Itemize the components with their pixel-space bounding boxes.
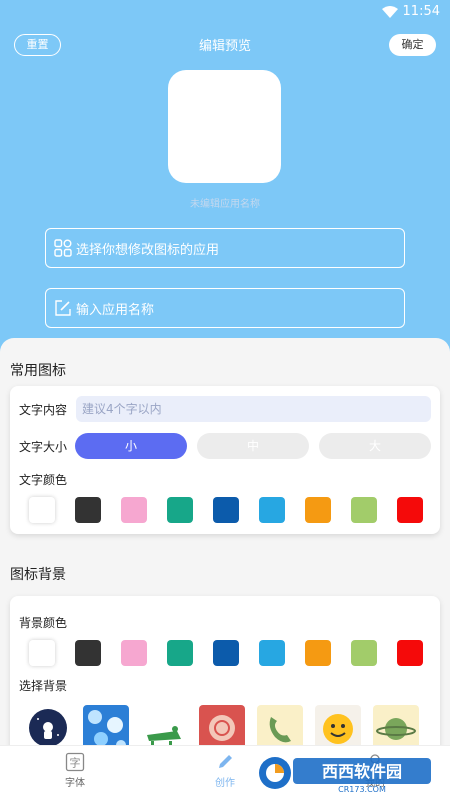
color-swatch-white[interactable] bbox=[29, 497, 55, 523]
color-swatch-teal[interactable] bbox=[167, 497, 193, 523]
bg-swatch-sky[interactable] bbox=[259, 640, 285, 666]
color-swatch-orange[interactable] bbox=[305, 497, 331, 523]
nav-item-create[interactable]: 创作 bbox=[195, 752, 255, 789]
common-icons-title: 常用图标 bbox=[10, 363, 66, 379]
wifi-icon bbox=[382, 6, 398, 18]
color-swatch-navy[interactable] bbox=[213, 497, 239, 523]
watermark-logo: 西西软件园 CR173.COM bbox=[255, 752, 435, 794]
choose-app-button[interactable]: 选择你想修改图标的应用 bbox=[45, 228, 405, 268]
icon-background-card: 背景颜色 选择背景 bbox=[10, 596, 440, 756]
nav-label-font: 字体 bbox=[65, 778, 85, 789]
bg-color-label: 背景颜色 bbox=[19, 616, 68, 630]
text-color-swatches bbox=[29, 497, 429, 523]
text-color-label: 文字颜色 bbox=[19, 473, 68, 487]
input-app-name-button[interactable]: 输入应用名称 bbox=[45, 288, 405, 328]
nav-item-font[interactable]: 字 字体 bbox=[45, 752, 105, 789]
confirm-button[interactable]: 确定 bbox=[389, 34, 436, 56]
app-grid-icon bbox=[54, 239, 72, 257]
color-swatch-red[interactable] bbox=[397, 497, 423, 523]
bg-swatch-teal[interactable] bbox=[167, 640, 193, 666]
watermark-subtext: CR173.COM bbox=[338, 785, 386, 794]
bg-swatch-white[interactable] bbox=[29, 640, 55, 666]
size-small-button[interactable]: 小 bbox=[75, 433, 187, 459]
text-size-label: 文字大小 bbox=[19, 440, 68, 454]
bg-swatch-black[interactable] bbox=[75, 640, 101, 666]
preview-app-name: 未编辑应用名称 bbox=[190, 199, 260, 210]
watermark-text: 西西软件园 bbox=[322, 762, 402, 781]
font-icon: 字 bbox=[65, 752, 85, 772]
size-medium-button[interactable]: 中 bbox=[197, 433, 309, 459]
pen-icon bbox=[219, 755, 232, 768]
bg-swatch-green[interactable] bbox=[351, 640, 377, 666]
common-icons-card: 文字内容 文字大小 小 中 大 文字颜色 bbox=[10, 386, 440, 534]
color-swatch-black[interactable] bbox=[75, 497, 101, 523]
size-large-button[interactable]: 大 bbox=[319, 433, 431, 459]
edit-icon bbox=[55, 300, 71, 316]
color-swatch-pink[interactable] bbox=[121, 497, 147, 523]
status-bar: 11:54 bbox=[0, 0, 450, 26]
status-time: 11:54 bbox=[402, 4, 440, 19]
watermark-graphic: 西西软件园 CR173.COM bbox=[259, 757, 431, 794]
input-app-name-label: 输入应用名称 bbox=[76, 302, 155, 318]
bg-swatch-navy[interactable] bbox=[213, 640, 239, 666]
page-title: 编辑预览 bbox=[198, 39, 251, 54]
text-content-label: 文字内容 bbox=[19, 403, 68, 417]
text-content-input[interactable] bbox=[76, 396, 431, 422]
icon-background-title: 图标背景 bbox=[10, 567, 66, 583]
color-swatch-green[interactable] bbox=[351, 497, 377, 523]
color-swatch-sky[interactable] bbox=[259, 497, 285, 523]
bg-swatch-pink[interactable] bbox=[121, 640, 147, 666]
icon-preview bbox=[168, 70, 281, 183]
settings-sheet: 常用图标 文字内容 文字大小 小 中 大 文字颜色 图标背景 背景颜色 bbox=[0, 338, 450, 800]
bg-color-swatches bbox=[29, 640, 429, 666]
nav-label-create: 创作 bbox=[215, 778, 235, 789]
font-icon-glyph: 字 bbox=[70, 756, 81, 770]
choose-app-label: 选择你想修改图标的应用 bbox=[76, 242, 220, 258]
bg-swatch-red[interactable] bbox=[397, 640, 423, 666]
bg-swatch-orange[interactable] bbox=[305, 640, 331, 666]
select-bg-label: 选择背景 bbox=[19, 679, 68, 693]
